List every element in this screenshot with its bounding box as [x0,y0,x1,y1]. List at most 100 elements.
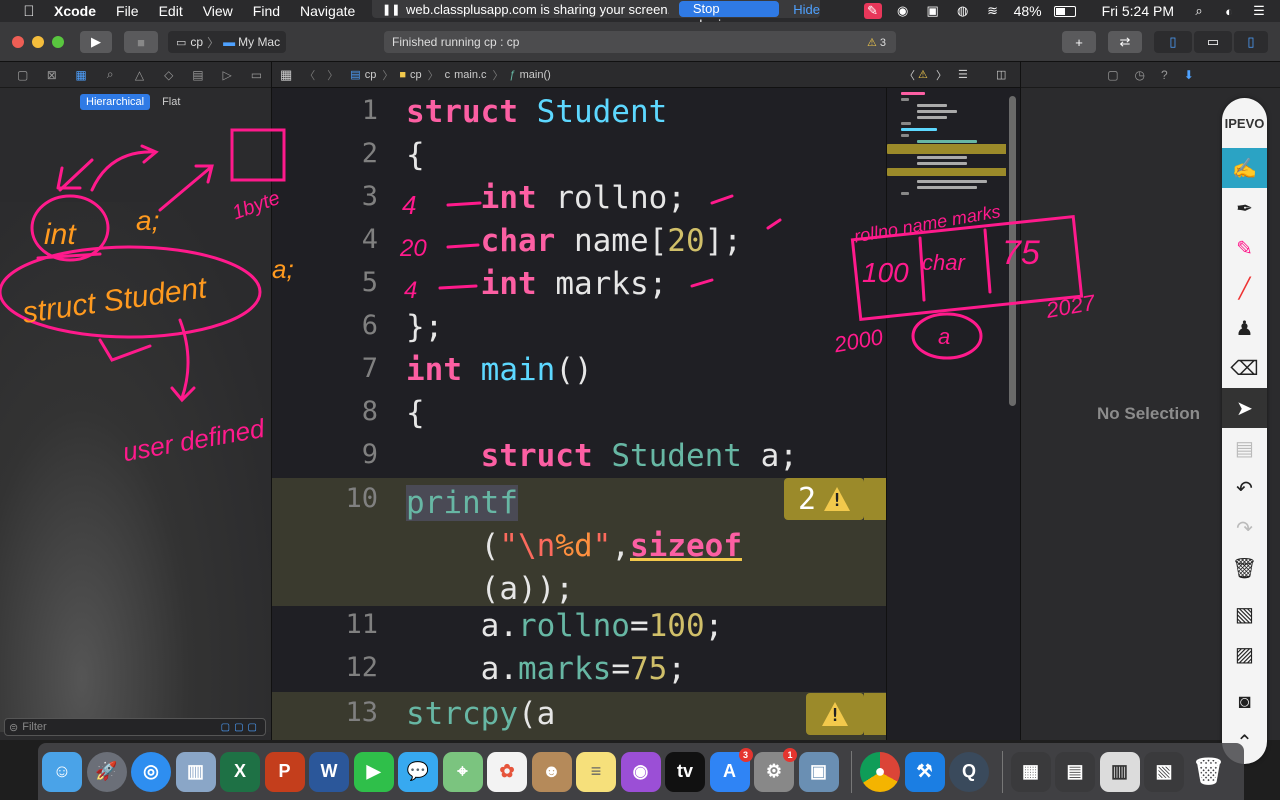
documents-stack-icon[interactable]: ▤ [1055,751,1095,792]
powerpoint-icon[interactable]: P [264,751,305,792]
source-control-icon[interactable]: ⊠ [37,68,66,82]
scroll-thumb[interactable] [1009,96,1016,406]
forward-icon[interactable]: 〉 [327,67,338,83]
notes-icon[interactable]: ≡ [576,751,616,792]
attributes-icon[interactable]: ⬇ [1184,68,1194,82]
library-button[interactable]: + [1062,31,1096,53]
recent-files-stack-icon[interactable]: ▥ [1099,751,1140,792]
mode-hierarchical[interactable]: Hierarchical [80,94,151,110]
spotlight-icon[interactable]: ⌕ [1190,3,1208,19]
snapshot-icon[interactable]: ▨ [1222,634,1267,674]
stop-sharing-button[interactable]: Stop sharing [678,1,780,32]
word-icon[interactable]: W [309,751,349,792]
clock[interactable]: Fri 5:24 PM [1102,3,1174,19]
menu-view[interactable]: View [203,3,233,19]
record-icon[interactable]: ◉ [894,3,912,19]
menu-find[interactable]: Find [253,3,280,19]
chrome-icon[interactable]: ● [860,751,900,792]
issue-warning-icon[interactable]: ⚠ [918,68,928,81]
pointer-icon[interactable]: ➤ [1222,388,1267,428]
excel-icon[interactable]: X [220,751,260,792]
zoom-icon[interactable] [52,35,64,48]
line-red-icon[interactable]: ╱ [1222,268,1267,308]
warning-badge[interactable]: 2 ! [784,478,864,520]
scheme-selector[interactable]: ▭ cp 〉 ▬ My Mac [168,31,286,53]
safari-icon[interactable]: ◎ [131,751,171,792]
downloads-stack-icon[interactable]: ▦ [1010,751,1051,792]
hide-button[interactable]: Hide [793,2,820,17]
menu-app[interactable]: Xcode [54,3,96,19]
minimize-icon[interactable] [32,35,44,48]
quicktime-icon[interactable]: Q [949,751,989,792]
filter-input[interactable]: Filter [22,721,46,733]
editor-scrollbar[interactable] [1006,88,1020,740]
crumb-project[interactable]: ▤ cp [350,68,376,82]
menu-navigate[interactable]: Navigate [300,3,355,19]
messages-icon[interactable]: 💬 [398,751,438,792]
annotate-icon[interactable]: ✎ [863,3,882,19]
redo-icon[interactable]: ↷ [1222,508,1267,548]
symbol-icon[interactable]: ▦ [66,68,95,82]
facetime-icon[interactable]: ▶ [353,751,394,792]
maps-icon[interactable]: ⌖ [442,751,483,792]
siri-icon[interactable]: ◐ [1220,3,1238,19]
next-issue-icon[interactable]: 〉 [936,67,947,83]
toggle-inspector-button[interactable]: ▯ [1234,31,1268,53]
apple-icon[interactable]:  [18,3,40,20]
prev-issue-icon[interactable]: 〈 [904,67,915,83]
camera-icon[interactable]: ◙ [1222,682,1267,722]
toggle-navigator-button[interactable]: ▯ [1154,31,1192,53]
toolbox-icon[interactable]: ▤ [1222,428,1267,468]
mode-flat[interactable]: Flat [156,94,186,110]
wifi-icon[interactable]: ≋ [984,3,1002,19]
screenshots-stack-icon[interactable]: ▧ [1144,751,1184,792]
camera-icon[interactable]: ◍ [954,3,972,19]
xcode-icon[interactable]: ⚒ [904,751,945,792]
debug-icon[interactable]: ▤ [183,68,212,82]
code-review-button[interactable]: ⇄ [1108,31,1142,53]
app-store-icon[interactable]: A3 [709,747,753,792]
test-icon[interactable]: ◇ [154,68,183,82]
screenshot-icon[interactable]: ▣ [924,3,942,19]
finder-icon[interactable]: ☺ [42,751,82,792]
handwriting-tool-icon[interactable]: ✍ [1222,148,1267,188]
image-capture-icon[interactable]: ▣ [798,751,839,792]
pen-black-icon[interactable]: ✒ [1222,188,1267,228]
podcasts-icon[interactable]: ◉ [620,751,661,792]
undo-icon[interactable]: ↶ [1222,468,1267,508]
source-editor[interactable]: 1 struct Student 2 { 3 int rollno; 4 cha… [272,88,886,740]
related-items-icon[interactable]: ▦ [280,67,292,83]
menu-edit[interactable]: Edit [159,3,183,19]
preview-icon[interactable]: ▥ [175,751,216,792]
filter-options-icon[interactable]: ▢▢▢ [221,722,261,733]
photos-icon[interactable]: ✿ [487,751,527,792]
search-icon[interactable]: ⌕ [96,67,125,82]
activity-viewer[interactable]: Finished running cp : cp ⚠ 3 [384,31,896,53]
stamp-icon[interactable]: ♟ [1222,308,1267,348]
menu-file[interactable]: File [116,3,139,19]
crumb-folder[interactable]: ■ cp [399,69,421,81]
highlighter-pink-icon[interactable]: ✎ [1222,228,1267,268]
warning-badge[interactable]: ! [806,693,864,735]
issue-icon[interactable]: △ [125,68,154,82]
report-icon[interactable]: ▭ [242,68,271,82]
file-inspector-icon[interactable]: ▢ [1107,68,1118,82]
back-icon[interactable]: 〈 [304,67,315,83]
stop-button[interactable]: ■ [124,31,158,53]
crumb-symbol[interactable]: ƒ main() [510,69,551,81]
navigator-filter[interactable]: ⊜ Filter ▢▢▢ [4,718,266,736]
toggle-debug-button[interactable]: ▭ [1194,31,1232,53]
crumb-file[interactable]: c main.c [445,69,487,81]
close-icon[interactable] [12,35,24,48]
trash-icon[interactable]: 🗑 [1189,752,1229,792]
minimap[interactable] [886,88,1007,740]
trash-icon[interactable]: 🗑 [1222,548,1267,588]
breakpoint-icon[interactable]: ▷ [213,68,242,82]
activity-warning[interactable]: ⚠ 3 [867,36,886,49]
launchpad-icon[interactable]: 🚀 [86,751,127,792]
contacts-icon[interactable]: ☻ [531,751,572,792]
pause-icon[interactable]: ❚❚ [382,3,400,16]
system-preferences-icon[interactable]: ⚙ 1 [754,747,797,792]
notification-center-icon[interactable]: ☰ [1250,3,1268,19]
folder-icon[interactable]: ▢ [8,68,37,82]
